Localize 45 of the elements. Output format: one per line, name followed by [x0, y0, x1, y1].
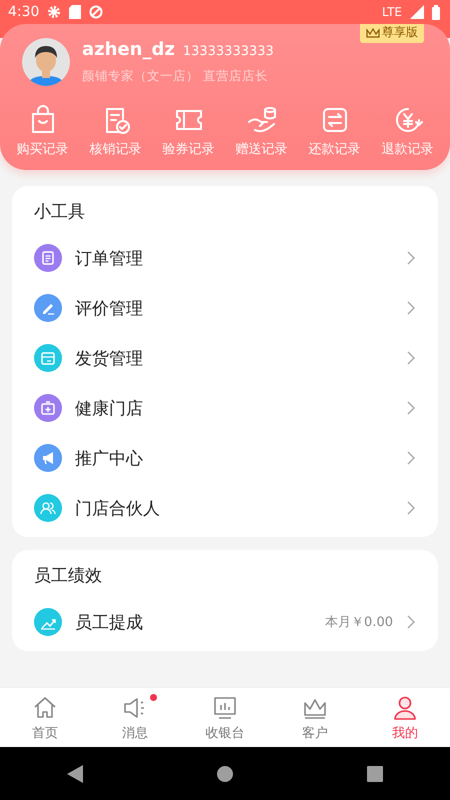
menu-item-label[interactable]: 健康门店 — [75, 396, 393, 420]
shortcut-button[interactable]: 赠送记录 — [236, 104, 288, 158]
gear-icon — [47, 5, 62, 19]
section-title: 小工具 — [33, 201, 86, 224]
chevron-right-icon — [406, 251, 416, 265]
chevron-right-icon — [406, 451, 416, 465]
person-icon — [391, 694, 419, 722]
tab[interactable]: 首页 — [0, 688, 90, 747]
chevron-right-icon — [406, 351, 416, 365]
menu-item-label[interactable]: 推广中心 — [75, 446, 393, 470]
shortcut-button[interactable]: 退款记录 — [382, 104, 434, 158]
phone-number: 13333333333 — [182, 44, 274, 59]
crown-icon — [366, 26, 380, 38]
menu-item-label[interactable]: 发货管理 — [75, 346, 393, 370]
user-name: azhen_dz — [82, 39, 175, 60]
signal-icon — [410, 5, 424, 19]
network-type: LTE — [382, 5, 402, 19]
tab[interactable]: 客户 — [270, 688, 360, 747]
menu-item-label[interactable]: 评价管理 — [75, 296, 393, 320]
avatar — [22, 38, 70, 86]
home-button-icon[interactable] — [217, 766, 233, 782]
tab[interactable]: 消息 — [90, 688, 180, 747]
commission-value: 本月￥0.00 — [325, 614, 393, 631]
blocked-icon — [89, 5, 104, 19]
recents-icon[interactable] — [367, 766, 383, 782]
shortcut-button[interactable]: 验券记录 — [162, 104, 214, 158]
vip-badge: 尊享版 — [360, 24, 424, 43]
shortcut-button[interactable]: 核销记录 — [90, 104, 142, 158]
menu-item-label[interactable]: 门店合伙人 — [75, 496, 393, 520]
sd-card-icon — [69, 5, 82, 19]
shortcut-button[interactable]: 还款记录 — [308, 104, 360, 158]
store-role: 颜铺专家（文一店） 直营店店长 — [82, 68, 269, 85]
menu-item-label[interactable]: 员工提成 — [75, 610, 312, 634]
section-title: 员工绩效 — [33, 565, 103, 588]
status-time: 4:30 — [8, 4, 40, 20]
chevron-right-icon — [406, 615, 416, 629]
chevron-right-icon — [406, 501, 416, 515]
tab[interactable]: 我的 — [360, 688, 450, 747]
back-icon[interactable] — [67, 764, 83, 782]
chevron-right-icon — [406, 301, 416, 315]
menu-item-label[interactable]: 订单管理 — [75, 246, 393, 270]
tab[interactable]: 收银台 — [180, 688, 270, 747]
chevron-right-icon — [406, 401, 416, 415]
battery-icon — [432, 4, 440, 20]
shortcut-button[interactable]: 购买记录 — [16, 104, 68, 158]
